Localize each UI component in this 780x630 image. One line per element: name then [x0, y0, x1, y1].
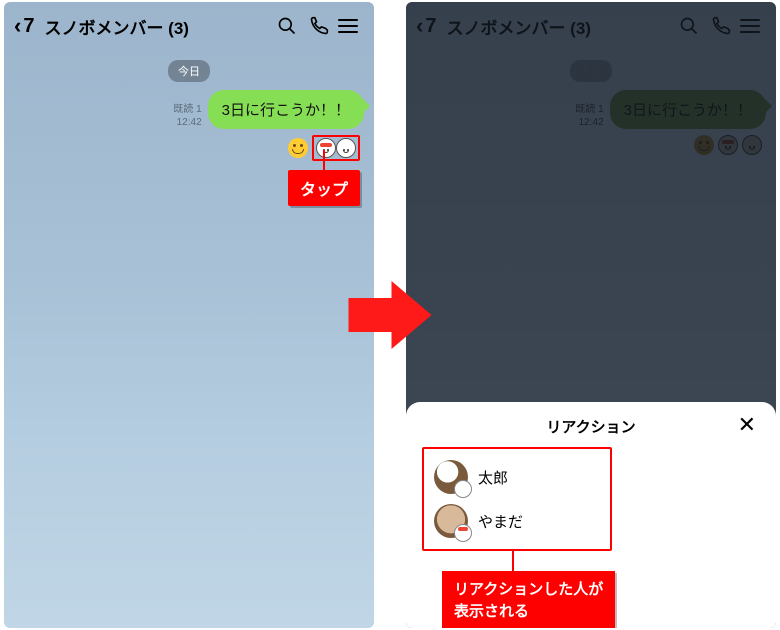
message-time: 12:42 — [173, 116, 201, 129]
message-meta: 既読 1 12:42 — [173, 103, 201, 129]
reaction-caption: リアクションした人が 表示される — [442, 571, 615, 628]
date-separator: 今日 — [168, 60, 210, 82]
phone-screen-before: ‹ 7 スノボメンバー (3) 今日 既読 1 12:42 3日に行こうか！！ — [4, 2, 374, 628]
chevron-left-icon: ‹ — [14, 15, 21, 37]
unread-count: 7 — [23, 15, 34, 38]
annotation-connector — [512, 551, 514, 571]
read-status: 既読 1 — [173, 103, 201, 116]
chat-header: ‹ 7 スノボメンバー (3) — [4, 2, 374, 50]
reaction-sheet: リアクション ✕ 太郎 やまだ リアクションした人が 表示される — [406, 402, 776, 628]
message-bubble[interactable]: 3日に行こうか！！ — [208, 90, 364, 129]
avatar — [434, 504, 468, 538]
person-name: 太郎 — [478, 467, 508, 488]
phone-icon[interactable] — [306, 16, 332, 36]
list-item[interactable]: やまだ — [432, 499, 602, 543]
list-item[interactable]: 太郎 — [432, 455, 602, 499]
reaction-badge-icon — [454, 480, 472, 498]
reaction-badge-icon — [454, 524, 472, 542]
sheet-title: リアクション — [546, 416, 635, 437]
menu-icon[interactable] — [338, 19, 364, 33]
back-button[interactable]: ‹ 7 — [14, 15, 38, 38]
search-icon[interactable] — [274, 16, 300, 36]
avatar — [434, 460, 468, 494]
phone-screen-after: ‹ 7 スノボメンバー (3) 今日 既読 1 12:4 — [406, 2, 776, 628]
transition-arrow-icon — [349, 281, 432, 349]
tap-label: タップ — [288, 170, 360, 206]
message-row: 既読 1 12:42 3日に行こうか！！ — [4, 88, 374, 131]
close-icon[interactable]: ✕ — [738, 414, 756, 436]
chat-title: スノボメンバー (3) — [44, 14, 189, 39]
reaction-people-list: 太郎 やまだ — [422, 447, 612, 551]
tap-annotation: タップ — [288, 150, 360, 206]
person-name: やまだ — [478, 511, 523, 532]
